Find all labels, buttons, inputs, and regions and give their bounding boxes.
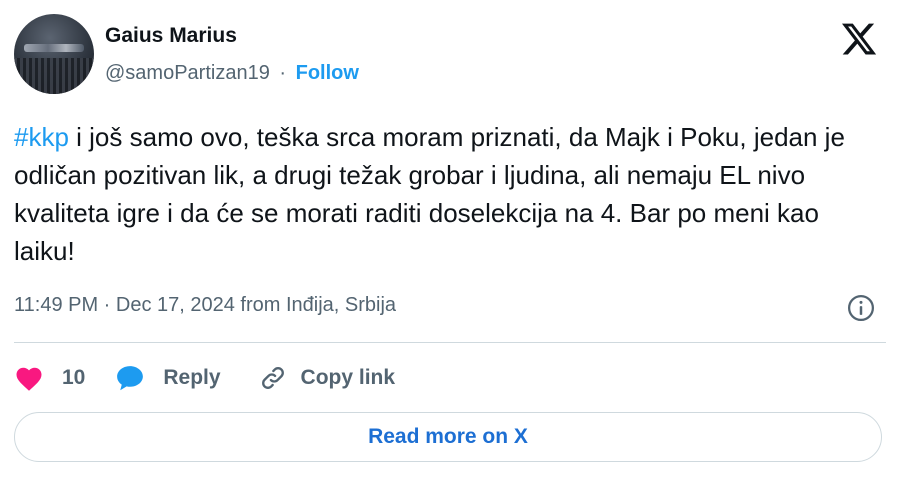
reply-button[interactable]: Reply [115,364,221,392]
avatar-stadium-lights [24,44,84,52]
read-more-button[interactable]: Read more on X [14,412,882,462]
copy-link-button[interactable]: Copy link [259,364,396,392]
follow-link[interactable]: Follow [296,62,359,84]
x-logo-icon[interactable] [840,20,878,58]
author-handle[interactable]: @samoPartizan19 [105,62,270,84]
tweet-text: #kkp i još samo ovo, teška srca moram pr… [14,118,884,270]
copy-link-label: Copy link [300,366,396,389]
speech-bubble-icon [117,366,144,391]
author-handle-row: @samoPartizan19 · Follow [105,62,359,85]
hashtag-link[interactable]: #kkp [14,122,69,152]
divider [14,342,886,343]
like-button[interactable]: 10 [14,364,85,392]
author-name[interactable]: Gaius Marius [105,24,237,48]
avatar[interactable] [14,14,94,94]
embedded-tweet-card: Gaius Marius @samoPartizan19 · Follow #k… [0,0,900,480]
heart-icon [16,367,42,391]
tweet-timestamp-location[interactable]: 11:49 PM · Dec 17, 2024 from Inđija, Srb… [14,294,396,317]
info-icon[interactable] [846,293,876,323]
action-bar: 10 Reply Copy link [14,362,395,394]
tweet-body: i još samo ovo, teška srca moram priznat… [14,122,845,266]
avatar-crowd [14,58,94,94]
link-icon [261,367,284,389]
separator-dot: · [279,62,287,84]
like-count: 10 [62,366,86,389]
reply-label: Reply [163,366,221,389]
